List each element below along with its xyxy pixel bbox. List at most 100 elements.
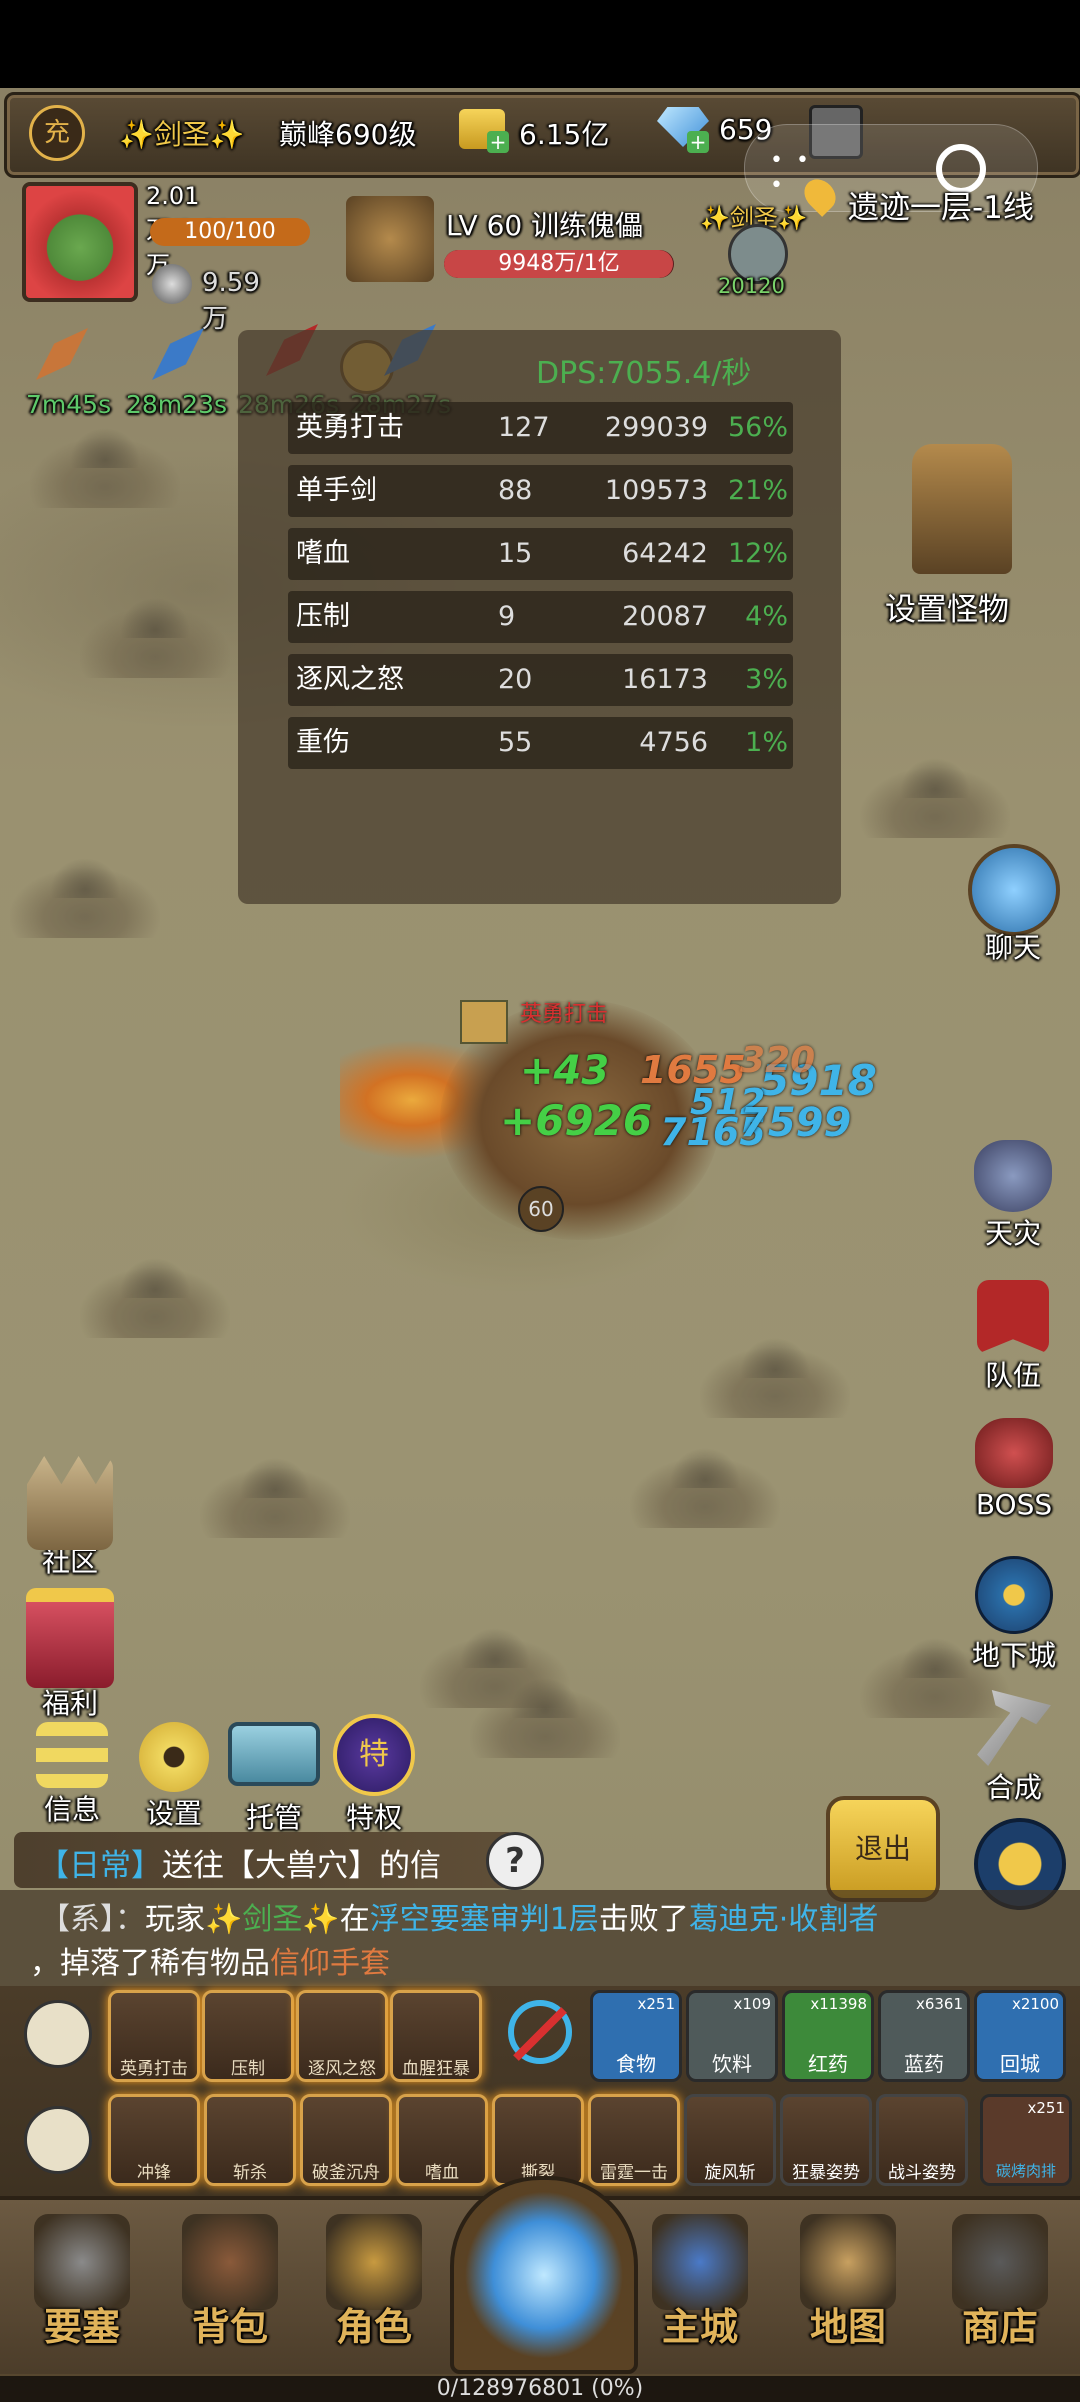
disable-skill-icon[interactable] — [508, 2000, 572, 2064]
dps-damage: 4756 — [639, 727, 708, 758]
player-avatar[interactable] — [22, 182, 138, 302]
hammer-icon — [977, 1690, 1051, 1766]
terrain-rock — [700, 1338, 850, 1418]
chat-button[interactable]: 聊天 — [968, 844, 1060, 966]
community-button[interactable]: 社区 — [20, 1456, 120, 1580]
chat-log[interactable]: 【系】：玩家✨剑圣✨在浮空要塞审判1层击败了葛迪克·收割者 ，掉落了稀有物品信仰… — [0, 1890, 1080, 1986]
privilege-label: 特权 — [345, 1801, 402, 1834]
nav-item[interactable]: 要塞 — [22, 2214, 142, 2351]
recharge-button[interactable]: 充 — [29, 105, 85, 161]
add-gold-icon[interactable]: + — [487, 131, 509, 153]
nav-label: 主城 — [661, 2305, 738, 2349]
dps-pct: 21% — [727, 475, 788, 506]
skill-slot[interactable]: 战斗姿势 — [876, 2094, 968, 2186]
auto-button[interactable]: 托管 — [226, 1722, 322, 1836]
dungeon-button[interactable]: 地下城 — [958, 1556, 1070, 1674]
skill-slot[interactable]: 英勇打击 — [108, 1990, 200, 2082]
dungeon-label: 地下城 — [971, 1639, 1056, 1672]
nav-item[interactable]: 背包 — [170, 2214, 290, 2351]
skill-slot[interactable]: 撕裂 — [492, 2094, 584, 2186]
dps-panel[interactable]: DPS:7055.4/秒 英勇打击 127 299039 56% 单手剑 88 109573… — [238, 330, 841, 904]
disaster-button[interactable]: 天灾 — [968, 1140, 1058, 1252]
skill-label: 冲锋 — [137, 2163, 171, 2183]
skill-slot[interactable]: 冲锋 — [108, 2094, 200, 2186]
food-item-label: 碳烤肉排 — [995, 2162, 1056, 2180]
dps-row: 英勇打击 127 299039 56% — [288, 402, 793, 454]
trash-icon[interactable] — [24, 2106, 92, 2174]
skill-slot[interactable]: 雷霆一击 — [588, 2094, 680, 2186]
add-diamond-icon[interactable]: + — [687, 131, 709, 153]
dps-damage: 109573 — [604, 475, 708, 506]
terrain-rock — [30, 428, 180, 508]
boss-button[interactable]: BOSS — [962, 1418, 1066, 1521]
dps-hits: 88 — [498, 475, 533, 506]
quest-bar[interactable]: 【日常】 送往【大兽穴】的信 — [14, 1832, 534, 1888]
terrain-rock — [80, 598, 230, 678]
player-mp-bar: 100/100 — [150, 218, 310, 246]
dps-title: DPS:7055.4/秒 — [536, 356, 752, 391]
nav-item[interactable]: 地图 — [788, 2214, 908, 2351]
nav-label: 角色 — [335, 2305, 412, 2349]
nav-item[interactable]: 商店 — [940, 2214, 1060, 2351]
skill-label: 旋风斩 — [704, 2163, 756, 2183]
buff-timer-2: 28m23s — [126, 390, 228, 419]
nav-label: 地图 — [809, 2305, 886, 2349]
food-item-count: x251 — [1027, 2099, 1065, 2117]
skill-label: 雷霆一击 — [600, 2163, 668, 2183]
nav-label: 要塞 — [43, 2305, 120, 2349]
dps-hits: 15 — [498, 538, 533, 569]
welfare-button[interactable]: 福利 — [20, 1588, 120, 1722]
skill-label: 压制 — [231, 2059, 265, 2079]
skill-slot[interactable]: 斩杀 — [204, 2094, 296, 2186]
gear-icon — [139, 1722, 209, 1792]
skill-slot[interactable]: 血腥狂暴 — [390, 1990, 482, 2082]
location-label[interactable]: 遗迹一层-1线 — [848, 182, 1034, 227]
info-button[interactable]: 信息 — [24, 1722, 120, 1828]
consumable-slot[interactable]: x6361 蓝药 — [878, 1990, 970, 2082]
more-icon[interactable]: • • • — [770, 148, 824, 198]
floating-damage-6: 320 — [740, 1040, 816, 1081]
dps-row: 嗜血 15 64242 12% — [288, 528, 793, 580]
settings-button[interactable]: 设置 — [126, 1722, 222, 1832]
dps-pct: 3% — [745, 664, 788, 695]
nav-item[interactable]: 角色 — [314, 2214, 434, 2351]
dps-damage: 16173 — [622, 664, 708, 695]
consumable-slot[interactable]: x2100 回城 — [974, 1990, 1066, 2082]
skill-label: 逐风之怒 — [308, 2059, 376, 2079]
quest-help-icon[interactable]: ? — [486, 1832, 544, 1890]
enemy-portrait[interactable] — [346, 196, 434, 282]
skill-slot[interactable]: 狂暴姿势 — [780, 2094, 872, 2186]
chat-bubble-icon — [968, 844, 1060, 936]
skill-slot[interactable]: 逐风之怒 — [296, 1990, 388, 2082]
consumable-slot[interactable]: x109 饮料 — [686, 1990, 778, 2082]
golem-icon — [912, 444, 1012, 574]
dps-row: 逐风之怒 20 16173 3% — [288, 654, 793, 706]
skill-slot[interactable]: 压制 — [202, 1990, 294, 2082]
dps-hits: 9 — [498, 601, 516, 632]
consumable-slot[interactable]: x251 食物 — [590, 1990, 682, 2082]
swap-skills-icon[interactable] — [24, 2000, 92, 2068]
exit-button[interactable]: 退出 — [826, 1796, 940, 1902]
dps-damage: 64242 — [622, 538, 708, 569]
skill-label: 战斗姿势 — [888, 2163, 956, 2183]
power-icon — [152, 264, 192, 304]
consumable-slot[interactable]: x11398 红药 — [782, 1990, 874, 2082]
skill-slot[interactable]: 嗜血 — [396, 2094, 488, 2186]
enemy-name: LV 60 训练傀儡 — [446, 209, 644, 242]
consumable-label: 食物 — [616, 2052, 656, 2076]
craft-button[interactable]: 合成 — [962, 1690, 1066, 1806]
food-item-slot[interactable]: x251 碳烤肉排 — [980, 2094, 1072, 2186]
adventure-portal-icon[interactable] — [450, 2176, 638, 2374]
skill-slot[interactable]: 旋风斩 — [684, 2094, 776, 2186]
team-button[interactable]: 队伍 — [968, 1280, 1058, 1394]
dps-skill: 重伤 — [296, 727, 350, 758]
chat-message-line-1: 【系】：玩家✨剑圣✨在浮空要塞审判1层击败了葛迪克·收割者 — [40, 1894, 878, 1938]
skill-slot[interactable]: 破釜沉舟 — [300, 2094, 392, 2186]
privilege-button[interactable]: 特 特权 — [326, 1714, 422, 1836]
player-title: ✨剑圣✨ — [119, 118, 245, 151]
nav-item[interactable]: 主城 — [640, 2214, 760, 2351]
set-monster-button[interactable]: 设置怪物 — [885, 444, 1032, 629]
chat-defeated: 击败了 — [598, 1902, 689, 1937]
terrain-rock — [200, 1458, 350, 1538]
nav-label: 背包 — [191, 2305, 268, 2349]
